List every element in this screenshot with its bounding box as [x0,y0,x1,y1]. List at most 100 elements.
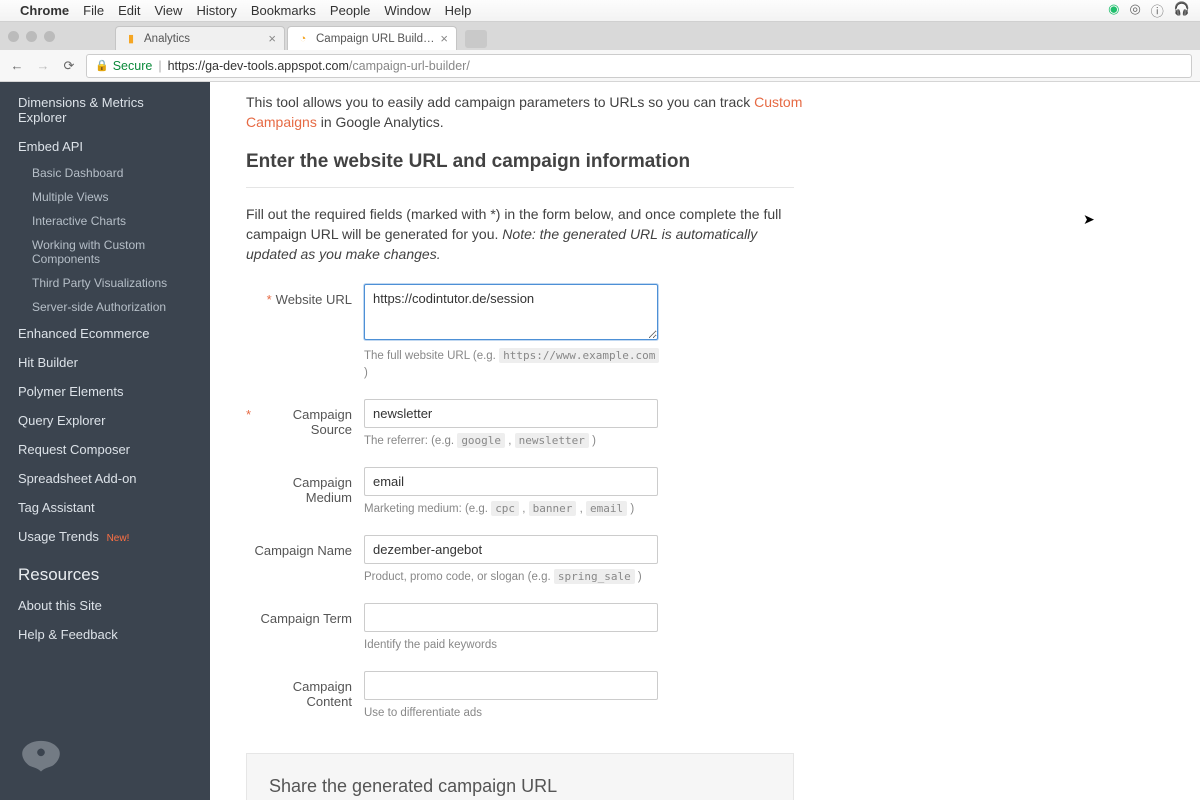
section-divider [246,187,794,188]
label-campaign-medium-text: Campaign Medium [246,475,352,531]
tab-close-icon[interactable]: × [268,31,276,46]
addr-path: /campaign-url-builder/ [349,59,470,73]
tab-close-icon[interactable]: × [440,31,448,46]
menu-view[interactable]: View [154,3,182,18]
field-campaign-source: *Campaign Source The referrer: (e.g. goo… [246,399,1164,463]
label-campaign-content: Campaign Content [246,671,364,735]
chrome-tabstrip: ▮ Analytics × ◔ Campaign URL Builder — G… [0,22,1200,50]
forward-button[interactable]: → [34,58,52,73]
sidebar-dimensions[interactable]: Dimensions & Metrics Explorer [0,88,210,132]
label-campaign-term-text: Campaign Term [260,611,352,667]
required-marker: * [246,407,251,463]
label-campaign-term: Campaign Term [246,603,364,667]
new-badge: New! [107,533,130,544]
campaign-medium-input[interactable] [364,467,658,496]
hint-medium-c1: cpc [491,501,519,516]
sidebar-usage-trends[interactable]: Usage Trends New! [0,522,210,551]
sidebar-about[interactable]: About this Site [0,591,210,620]
addr-separator: | [158,59,161,73]
tab-analytics[interactable]: ▮ Analytics × [115,26,285,50]
eye-icon[interactable]: ◎ [1129,1,1140,20]
intro-pre: This tool allows you to easily add campa… [246,94,754,110]
addr-host: https://ga-dev-tools.appspot.com [168,59,349,73]
sidebar-third-party[interactable]: Third Party Visualizations [0,271,210,295]
sidebar-interactive-charts[interactable]: Interactive Charts [0,209,210,233]
browser-tabs: ▮ Analytics × ◔ Campaign URL Builder — G… [115,22,487,50]
menubar-app-name[interactable]: Chrome [20,3,69,18]
sidebar-resources-heading: Resources [0,551,210,591]
back-button[interactable]: ← [8,58,26,73]
main-content: This tool allows you to easily add campa… [210,82,1200,800]
sidebar-query-explorer[interactable]: Query Explorer [0,406,210,435]
hint-website-url: The full website URL (e.g. https://www.e… [364,348,664,380]
window-traffic-lights [8,31,55,42]
hint-source-post: ) [589,435,596,447]
tab-analytics-title: Analytics [144,33,264,45]
label-campaign-medium: Campaign Medium [246,467,364,531]
info-icon[interactable]: ⓘ [1151,1,1164,20]
hint-medium-sep1: , [519,503,529,515]
sidebar-enhanced-ecommerce[interactable]: Enhanced Ecommerce [0,319,210,348]
butterfly-icon [18,737,64,783]
menu-file[interactable]: File [83,3,104,18]
menubar-right-icons: ◉ ◎ ⓘ 🎧 [1108,1,1190,20]
menu-window[interactable]: Window [384,3,430,18]
field-campaign-name: Campaign Name Product, promo code, or sl… [246,535,1164,599]
required-marker: * [267,292,272,394]
traffic-min[interactable] [26,31,37,42]
hint-campaign-content: Use to differentiate ads [364,705,664,721]
sidebar-server-auth[interactable]: Server-side Authorization [0,295,210,319]
field-campaign-medium: Campaign Medium Marketing medium: (e.g. … [246,467,1164,531]
campaign-source-input[interactable] [364,399,658,428]
campaign-term-input[interactable] [364,603,658,632]
field-campaign-content: Campaign Content Use to differentiate ad… [246,671,1164,735]
hint-medium-c2: banner [529,501,577,516]
hint-name-pre: Product, promo code, or slogan (e.g. [364,571,554,583]
hint-campaign-name: Product, promo code, or slogan (e.g. spr… [364,569,664,585]
intro-post: in Google Analytics. [317,114,444,130]
hint-medium-post: ) [627,503,634,515]
sidebar-embed-api[interactable]: Embed API [0,132,210,161]
sidebar-tag-assistant[interactable]: Tag Assistant [0,493,210,522]
sidebar-polymer[interactable]: Polymer Elements [0,377,210,406]
campaign-name-input[interactable] [364,535,658,564]
hint-website-pre: The full website URL (e.g. [364,350,499,362]
label-campaign-source: *Campaign Source [246,399,364,463]
address-bar[interactable]: 🔒 Secure | https://ga-dev-tools.appspot.… [86,54,1192,78]
headset-icon[interactable]: 🎧 [1174,1,1190,20]
share-title: Share the generated campaign URL [269,776,771,797]
sidebar-spreadsheet-addon[interactable]: Spreadsheet Add-on [0,464,210,493]
tab-url-builder-title: Campaign URL Builder — Goo [316,33,436,45]
label-campaign-source-text: Campaign Source [255,407,352,463]
sidebar-request-composer[interactable]: Request Composer [0,435,210,464]
sidebar-hit-builder[interactable]: Hit Builder [0,348,210,377]
sidebar-custom-components[interactable]: Working with Custom Components [0,233,210,271]
sidebar-help-feedback[interactable]: Help & Feedback [0,620,210,649]
lock-icon: 🔒 [95,59,109,72]
traffic-max[interactable] [44,31,55,42]
campaign-content-input[interactable] [364,671,658,700]
hint-source-sep: , [505,435,515,447]
hint-website-post: ) [364,367,368,379]
new-tab-button[interactable] [465,30,487,48]
traffic-close[interactable] [8,31,19,42]
sidebar: Dimensions & Metrics Explorer Embed API … [0,82,210,800]
menu-history[interactable]: History [196,3,236,18]
label-campaign-content-text: Campaign Content [246,679,352,735]
menu-people[interactable]: People [330,3,370,18]
website-url-input[interactable]: https://codintutor.de/session [364,284,658,340]
label-campaign-name: Campaign Name [246,535,364,599]
hint-campaign-source: The referrer: (e.g. google , newsletter … [364,433,664,449]
sidebar-multiple-views[interactable]: Multiple Views [0,185,210,209]
sidebar-basic-dashboard[interactable]: Basic Dashboard [0,161,210,185]
hint-medium-pre: Marketing medium: (e.g. [364,503,491,515]
page: Dimensions & Metrics Explorer Embed API … [0,82,1200,800]
grammarly-icon[interactable]: ◉ [1108,1,1119,20]
menu-bookmarks[interactable]: Bookmarks [251,3,316,18]
menu-help[interactable]: Help [445,3,472,18]
menu-edit[interactable]: Edit [118,3,140,18]
reload-button[interactable]: ⟳ [60,58,78,74]
section-title: Enter the website URL and campaign infor… [246,151,1164,173]
hint-name-post: ) [635,571,642,583]
tab-url-builder[interactable]: ◔ Campaign URL Builder — Goo × [287,26,457,50]
